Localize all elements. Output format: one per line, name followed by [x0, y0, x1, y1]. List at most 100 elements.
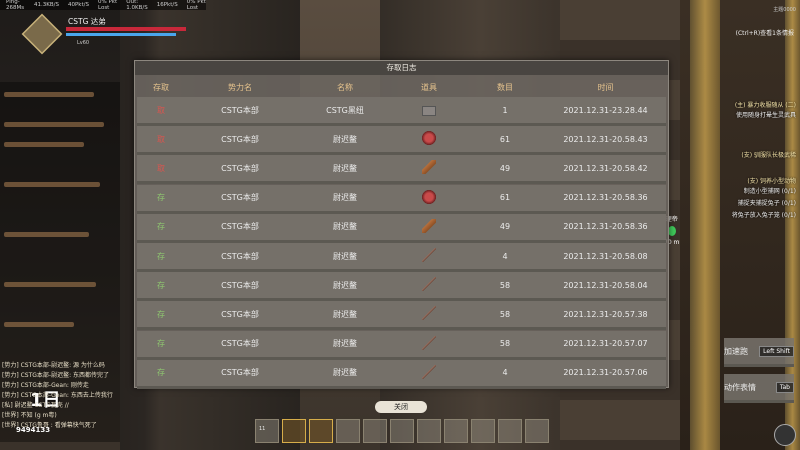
rod-icon[interactable]: [422, 248, 436, 262]
row-action: 取: [157, 134, 165, 144]
red-orb-icon[interactable]: [422, 131, 436, 146]
row-count: 4: [502, 251, 508, 261]
row-item-cell: [395, 277, 463, 293]
row-count: 61: [499, 134, 511, 144]
close-button[interactable]: 关闭: [375, 401, 427, 413]
row-name: 尉迟鳌: [333, 368, 357, 378]
hotbar-slot[interactable]: [417, 419, 441, 443]
key-hint-label: 加速跑: [724, 346, 748, 356]
row-count: 58: [499, 309, 511, 319]
row-count: 49: [499, 222, 511, 232]
packets-in: 40Pkt/S: [67, 2, 89, 8]
row-action: 存: [157, 193, 165, 203]
hotbar-slot[interactable]: [390, 419, 414, 443]
chat-toggle-icon[interactable]: [774, 424, 796, 446]
row-item-cell: [395, 335, 463, 352]
table-row: 取 CSTG本部 CSTG黑纽 1 2021.12.31-23.28.44: [137, 97, 666, 126]
row-faction: CSTG本部: [221, 193, 259, 203]
table-row: 存 CSTG本部 尉迟鳌 58 2021.12.31-20.57.07: [137, 330, 666, 360]
chat-message: [势力] CSTG本部-Gean: 东西去上传我行: [2, 392, 113, 399]
player-emblem-icon: [21, 13, 63, 55]
row-item-cell: [395, 189, 463, 206]
table-row: 取 CSTG本部 尉迟鳌 49 2021.12.31-20.58.42: [137, 155, 666, 185]
row-time: 2021.12.31-20.57.38: [563, 309, 648, 319]
quest-title[interactable]: (支) 驯服队长极武稀: [741, 150, 796, 159]
health-bar: [66, 27, 186, 31]
quest-tracker[interactable]: (主) 暴力收服随从 (二) 使用随身打晕生灵武具 (支) 驯服队长极武稀 (支…: [690, 84, 800, 254]
row-name: 尉迟鳌: [333, 309, 357, 319]
table-row: 存 CSTG本部 尉迟鳌 49 2021.12.31-20.58.36: [137, 213, 666, 243]
column-header-faction: 势力名: [228, 83, 252, 92]
ping-text: Ping-268Ms: [6, 0, 25, 11]
hotbar-slot[interactable]: [363, 419, 387, 443]
row-item-cell: [395, 364, 463, 381]
intel-notice[interactable]: (Ctrl+R)查看1条情报: [736, 28, 794, 37]
row-count: 49: [499, 163, 511, 173]
row-faction: CSTG本部: [221, 163, 259, 173]
row-faction: CSTG本部: [221, 368, 259, 378]
box-icon[interactable]: [422, 105, 436, 116]
packets-out: 16Pkt/S: [156, 2, 178, 8]
network-status-bar: Ping-268Ms 41.3KB/S 40Pkt/S 0% Pkt Lost …: [0, 0, 206, 11]
quest-step: 捕捉夹捕捉兔子 (0/1): [737, 200, 796, 207]
quest-step: 使用随身打晕生灵武具: [735, 112, 796, 119]
chat-blur-line: [4, 182, 100, 187]
row-faction: CSTG本部: [221, 222, 259, 232]
mace-icon[interactable]: [422, 160, 436, 175]
hotbar-slot[interactable]: [309, 419, 333, 443]
row-count: 61: [499, 193, 511, 203]
row-time: 2021.12.31-20.58.42: [563, 163, 648, 173]
upload-speed: Out: 1.0KB/S: [126, 0, 148, 11]
hotbar-number: 11: [259, 426, 266, 432]
row-name: 尉迟鳌: [333, 339, 357, 349]
hotbar-slot[interactable]: [336, 419, 360, 443]
rod-icon[interactable]: [422, 364, 436, 379]
intel-notice-label: (Ctrl+R)查看1条情报: [735, 30, 794, 37]
key-hint-row: 加速跑 Left Shift: [724, 338, 794, 367]
chat-message: [势力] CSTG本部-Gean: 刚传走: [2, 382, 89, 389]
player-plate: CSTG 达弟 Lv60: [21, 13, 186, 55]
red-orb-icon[interactable]: [422, 189, 436, 204]
storage-log-dialog: 存取日志 存取 势力名 名称 道具 数目 时间 取 CSTG本部 CSTG黑纽 1 20…: [134, 60, 669, 413]
quest-title[interactable]: (支) 饲养小型动物: [747, 176, 796, 185]
quest-title[interactable]: (主) 暴力收服随从 (二): [735, 100, 796, 109]
row-count: 58: [499, 339, 511, 349]
hotbar-slot[interactable]: [525, 419, 549, 443]
row-name: 尉迟鳌: [333, 134, 357, 144]
mana-bar: [66, 33, 176, 36]
table-row: 取 CSTG本部 尉迟鳌 61 2021.12.31-20.58.43: [137, 126, 666, 156]
row-faction: CSTG本部: [221, 309, 259, 319]
row-faction: CSTG本部: [221, 339, 259, 349]
row-item-cell: [395, 218, 463, 235]
column-header-count: 数目: [497, 83, 513, 92]
hotbar-slot[interactable]: [471, 419, 495, 443]
chat-message: [私] 尉迟鳌 CSTG瓦壳 //: [2, 402, 69, 409]
rod-icon[interactable]: [422, 335, 436, 350]
rod-icon[interactable]: [422, 306, 436, 321]
row-time: 2021.12.31-20.58.08: [563, 251, 648, 261]
chat-message: [势力] CSTG本部-尉迟鳌: 源 为什么码: [2, 362, 105, 369]
player-name: CSTG 达弟: [68, 17, 106, 26]
table-row: 存 CSTG本部 尉迟鳌 61 2021.12.31-20.58.36: [137, 184, 666, 214]
row-time: 2021.12.31-23.28.44: [563, 105, 648, 115]
row-item-cell: [395, 306, 463, 322]
chat-blur-line: [4, 142, 84, 147]
mace-icon[interactable]: [422, 218, 436, 233]
row-name: CSTG黑纽: [326, 105, 364, 115]
viewer-counter: 9494133: [16, 426, 51, 434]
hotbar-slot[interactable]: [444, 419, 468, 443]
quest-step: 将兔子放入兔子笼 (0/1): [731, 212, 796, 219]
row-name: 尉迟鳌: [333, 163, 357, 173]
row-action: 存: [157, 222, 165, 232]
row-time: 2021.12.31-20.58.04: [563, 280, 648, 290]
hotbar-slot[interactable]: [498, 419, 522, 443]
hotbar-slot[interactable]: [282, 419, 306, 443]
top-hint: 主题0000: [773, 7, 796, 13]
rod-icon[interactable]: [422, 277, 436, 292]
table-row: 存 CSTG本部 尉迟鳌 58 2021.12.31-20.58.04: [137, 272, 666, 302]
packet-loss-in: 0% Pkt Lost: [97, 0, 118, 11]
key-hint-row: 动作表情 Tab: [724, 374, 794, 403]
chat-panel[interactable]: 1日 [势力] CSTG本部-尉迟鳌: 源 为什么码 [势力] CSTG本部-尉…: [0, 82, 120, 442]
row-item-cell: [395, 160, 463, 176]
row-item-cell: [395, 103, 463, 118]
